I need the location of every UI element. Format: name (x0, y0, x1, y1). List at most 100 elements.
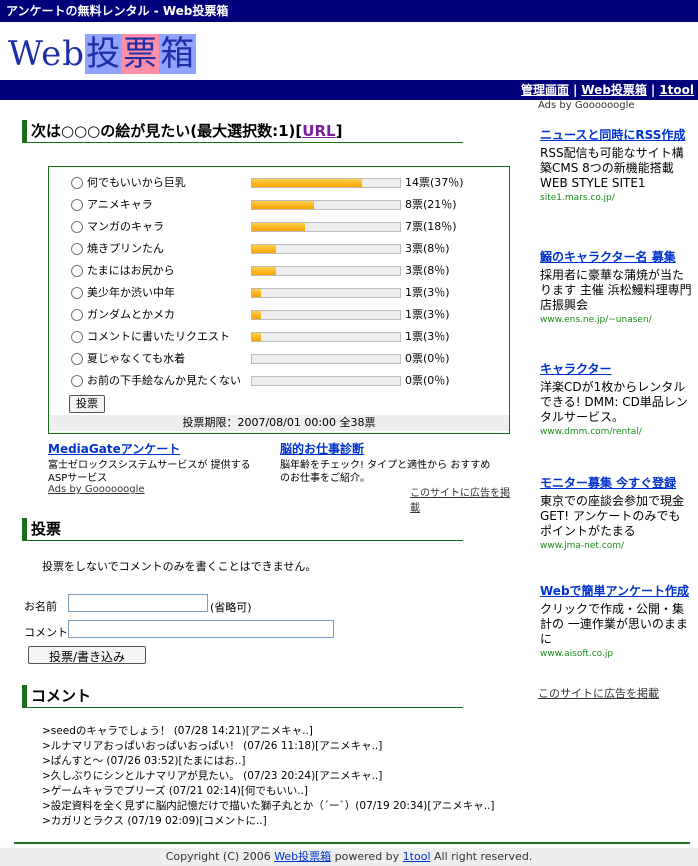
vote-bar (251, 332, 401, 342)
footer-divider (14, 842, 690, 844)
nav-links: 管理画面 | Web投票箱 | 1tool (521, 80, 694, 100)
radio-button[interactable] (71, 375, 83, 387)
vote-bar-fill (252, 223, 306, 231)
ad-brain-link[interactable]: 脳的お仕事診断 (280, 442, 364, 456)
sidebar-ad-link[interactable]: キャラクター (540, 362, 612, 376)
vote-bar-fill (252, 179, 362, 187)
comment-item: >久しぶりにシンとルナマリアが見たい。 (07/23 20:24)[アニメキャ.… (42, 770, 383, 782)
sidebar-ad-text: 東京での座談会参加で現金GET! アンケートのみでもポイントがたまる (540, 494, 685, 538)
vote-bar (251, 288, 401, 298)
sidebar-ad-link[interactable]: Webで簡単アンケート作成 (540, 584, 689, 598)
sidebar-ad-url: www.aisoft.co.jp (540, 649, 614, 659)
name-input[interactable] (68, 594, 208, 612)
sidebar-ad-text: RSS配信も可能なサイト構築CMS 8つの新機能搭載 WEB STYLE SIT… (540, 146, 684, 190)
option-count: 0票(0％) (405, 352, 450, 365)
radio-button[interactable] (71, 177, 83, 189)
radio-button[interactable] (71, 309, 83, 321)
option-count: 1票(3％) (405, 330, 450, 343)
footer-powered: powered by (331, 850, 403, 863)
sidebar-ad: キャラクター 洋楽CDが1枚からレンタルできる! DMM: CD単品レンタルサー… (540, 362, 692, 437)
nav-1tool-link[interactable]: 1tool (659, 83, 694, 97)
option-count: 14票(37％) (405, 176, 464, 189)
radio-button[interactable] (71, 287, 83, 299)
vote-bar-fill (252, 201, 315, 209)
sidebar-ads-by[interactable]: Ads by Goooooogle (538, 100, 635, 111)
advertise-link[interactable]: このサイトに広告を掲載 (410, 484, 518, 514)
footer-rights: All right reserved. (430, 850, 533, 863)
nav-bar: 管理画面 | Web投票箱 | 1tool (0, 80, 698, 100)
vote-note: 投票をしないでコメントのみを書くことはできません。 (42, 560, 317, 573)
option-count: 1票(3％) (405, 308, 450, 321)
sidebar-ad-link[interactable]: ニュースと同時にRSS作成 (540, 128, 685, 142)
poll-url-link[interactable]: URL (302, 122, 335, 140)
poll-option[interactable]: お前の下手絵なんか見たくない 0票(0％) (71, 371, 501, 391)
comment-label: コメント (24, 626, 68, 639)
sidebar-advertise-link[interactable]: このサイトに広告を掲載 (538, 685, 659, 701)
ads-by-google[interactable]: Ads by Goooooogle (48, 484, 145, 495)
sidebar-ad-text: 洋楽CDが1枚からレンタルできる! DMM: CD単品レンタルサービス。 (540, 380, 688, 424)
comment-item: >seedのキャラでしょう！ (07/28 14:21)[アニメキャ..] (42, 725, 313, 737)
sidebar-ad-link[interactable]: モニター募集 今すぐ登録 (540, 476, 676, 490)
vote-bar (251, 244, 401, 254)
logo-kanji-3: 箱 (159, 34, 197, 74)
name-label: お名前 (24, 600, 57, 613)
vote-bar (251, 376, 401, 386)
poll-option[interactable]: たまにはお尻から 3票(8％) (71, 261, 501, 281)
radio-button[interactable] (71, 265, 83, 277)
poll-box: 何でもいいから巨乳 14票(37％) アニメキャラ 8票(21％) マンガのキャラ 7票(… (48, 166, 510, 434)
comment-item: >ゲームキャラでプリーズ (07/21 02:14)[何でもいい..] (42, 785, 309, 797)
poll-option[interactable]: ガンダムとかメカ 1票(3％) (71, 305, 501, 325)
sidebar-ad-url: www.ens.ne.jp/~unasen/ (540, 315, 652, 325)
option-label: コメントに書いたリクエスト (87, 330, 230, 343)
poll-option[interactable]: アニメキャラ 8票(21％) (71, 195, 501, 215)
poll-option[interactable]: コメントに書いたリクエスト 1票(3％) (71, 327, 501, 347)
footer-site-link[interactable]: Web投票箱 (274, 850, 331, 863)
poll-option[interactable]: 焼きプリンたん 3票(8％) (71, 239, 501, 259)
ad-brain-text: 脳年齢をチェック! タイプと適性から おすすめのお仕事をご紹介。 (280, 460, 491, 484)
radio-button[interactable] (71, 221, 83, 233)
vote-bar (251, 310, 401, 320)
logo-kanji-2: 票 (122, 34, 160, 74)
sidebar-ad-link[interactable]: 鰯のキャラクター名 募集 (540, 250, 676, 264)
bracket-close: ] (335, 122, 343, 140)
footer-1tool-link[interactable]: 1tool (403, 850, 431, 863)
nav-webtouhyoubako-link[interactable]: Web投票箱 (581, 83, 647, 97)
comment-item: >カガリとラクス (07/19 02:09)[コメントに..] (42, 815, 267, 827)
option-label: 美少年か渋い中年 (87, 286, 175, 299)
vote-bar-fill (252, 289, 261, 297)
comment-item: >設定資料を全く見ずに脳内記憶だけで描いた獅子丸とか（´ー`）(07/19 20… (42, 800, 495, 812)
comment-item: >ルナマリアおっぱいおっぱいおっぱい！ (07/26 11:18)[アニメキャ.… (42, 740, 383, 752)
vote-section-heading: 投票 (22, 518, 463, 541)
sidebar-ad-url: www.dmm.com/rental/ (540, 427, 642, 437)
ad-mediagate: MediaGateアンケート 富士ゼロックスシステムサービスが 提供するASPサ… (48, 440, 268, 485)
site-logo[interactable]: Web投票箱 (8, 34, 197, 74)
footer-copyright: Copyright (C) 2006 (165, 850, 275, 863)
nav-separator: | (650, 83, 656, 97)
option-label: たまにはお尻から (87, 264, 175, 277)
vote-button[interactable]: 投票 (69, 395, 105, 413)
option-label: お前の下手絵なんか見たくない (87, 374, 241, 387)
sidebar-ad: ニュースと同時にRSS作成 RSS配信も可能なサイト構築CMS 8つの新機能搭載… (540, 128, 692, 203)
nav-admin-link[interactable]: 管理画面 (521, 83, 569, 97)
vote-bar (251, 266, 401, 276)
vote-bar-fill (252, 267, 276, 275)
poll-question: 次は○○○の絵が見たい(最大選択数:1) (31, 122, 296, 140)
radio-button[interactable] (71, 243, 83, 255)
poll-option[interactable]: 美少年か渋い中年 1票(3％) (71, 283, 501, 303)
submit-button[interactable]: 投票/書き込み (28, 646, 146, 664)
poll-option[interactable]: マンガのキャラ 7票(18％) (71, 217, 501, 237)
radio-button[interactable] (71, 199, 83, 211)
comment-input[interactable] (68, 620, 334, 638)
radio-button[interactable] (71, 353, 83, 365)
poll-option[interactable]: 何でもいいから巨乳 14票(37％) (71, 173, 501, 193)
option-label: ガンダムとかメカ (87, 308, 175, 321)
vote-bar-fill (252, 245, 276, 253)
sidebar-ad-text: 採用者に豪華な蒲焼が当たります 主催 浜松鰻料理専門店振興会 (540, 268, 692, 312)
poll-option[interactable]: 夏じゃなくても水着 0票(0％) (71, 349, 501, 369)
ad-mediagate-link[interactable]: MediaGateアンケート (48, 442, 180, 456)
radio-button[interactable] (71, 331, 83, 343)
name-hint: (省略可) (210, 601, 252, 614)
poll-deadline: 投票期限：2007/08/01 00:00 全38票 (49, 415, 509, 431)
nav-separator: | (572, 83, 578, 97)
vote-bar-fill (252, 333, 261, 341)
